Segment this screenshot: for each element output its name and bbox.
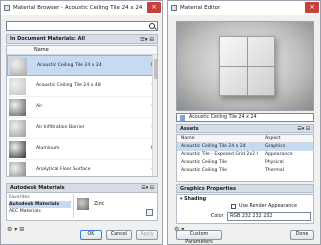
doc-materials-header[interactable]: In Document Materials: All ☰▾ ⊟ <box>6 34 158 44</box>
apply-button[interactable]: Apply <box>136 230 158 240</box>
list-column-header[interactable]: Name <box>7 46 157 55</box>
material-row[interactable]: Air Infiltration BarrierG <box>7 118 157 139</box>
asset-name: Acoustic Ceiling Tile <box>181 160 227 165</box>
editor-titlebar[interactable]: Material Editor <box>168 1 320 15</box>
material-thumbnail <box>10 58 27 75</box>
graphics-properties-header[interactable]: Graphics Properties <box>176 184 314 193</box>
material-name-value: Acoustic Ceiling Tile 24 x 24 <box>189 115 257 120</box>
library-header[interactable]: Autodesk Materials ☰▾ ⊟ <box>7 184 157 193</box>
shading-title[interactable]: ▾ Shading <box>180 197 206 202</box>
shading-panel: ▾ Shading Use Render Appearance Color RG… <box>176 194 314 224</box>
material-row[interactable]: Analytical Floor SurfaceG <box>7 160 157 176</box>
asset-name: Acoustic Ceiling Tile 24 x 24 <box>181 144 246 149</box>
zinc-swatch[interactable] <box>77 198 89 210</box>
material-preview[interactable] <box>176 21 314 111</box>
asset-aspect: Physical <box>265 160 284 165</box>
graphics-properties-label: Graphics Properties <box>180 186 236 192</box>
editor-close-icon[interactable]: × <box>305 2 319 13</box>
material-row-label: Air <box>36 104 43 109</box>
material-row-label: Acoustic Ceiling Tile 24 x 24 <box>37 63 102 68</box>
library-panel: Autodesk Materials ☰▾ ⊟ Favorites Autode… <box>6 183 158 221</box>
search-icon[interactable] <box>149 23 155 29</box>
library-header-label: Autodesk Materials <box>10 185 65 191</box>
asset-aspect: Appearance <box>265 152 293 157</box>
close-icon[interactable]: × <box>147 2 161 13</box>
app-icon <box>4 5 10 11</box>
asset-row[interactable]: Acoustic Ceiling Tile Physical <box>177 159 313 167</box>
library-view-icon[interactable]: ☰▾ ⊟ <box>141 184 154 193</box>
material-row[interactable]: AluminumM <box>7 139 157 160</box>
doc-materials-header-label: In Document Materials: All <box>10 36 85 42</box>
asset-row[interactable]: Acoustic Tile - Exposed Grid 2x2 I Appear… <box>177 151 313 159</box>
assets-header[interactable]: Assets ☰▾ ⊟ <box>176 124 314 133</box>
material-doc-icon <box>180 115 185 121</box>
assets-table: Name Aspect Acoustic Ceiling Tile 24 x 2… <box>176 134 314 182</box>
material-row-label: Aluminum <box>36 146 60 151</box>
material-thumbnail <box>9 78 26 95</box>
column-name-label: Name <box>34 47 49 53</box>
assets-col-name: Name <box>181 136 195 141</box>
custom-parameters-button[interactable]: Custom Parameters <box>176 230 222 245</box>
color-field[interactable]: RGB 232 232 232 <box>227 212 311 221</box>
material-row-label: Analytical Floor Surface <box>36 167 91 172</box>
asset-aspect: Thermal <box>265 168 284 173</box>
material-editor-window: Material Editor × Acoustic Ceiling Tile … <box>167 0 321 245</box>
ceiling-tile-swatch <box>219 36 275 96</box>
view-options-icon[interactable]: ☰▾ ⊟ <box>140 36 154 45</box>
material-row-label: Acoustic Ceiling Tile 24 x 48 <box>36 83 101 88</box>
tree-item-aec-materials[interactable]: AEC Materials <box>9 208 71 215</box>
material-row[interactable]: AirG <box>7 97 157 118</box>
library-item-label[interactable]: Zinc <box>94 202 104 207</box>
assets-header-label: Assets <box>180 126 199 132</box>
material-thumbnail <box>9 99 26 116</box>
asset-row[interactable]: Acoustic Ceiling Tile Thermal <box>177 167 313 175</box>
list-scrollbar[interactable] <box>152 55 157 176</box>
ok-button[interactable]: OK <box>80 230 102 240</box>
material-thumbnail <box>9 120 26 137</box>
material-thumbnail <box>9 141 26 158</box>
editor-title: Material Editor <box>180 5 221 11</box>
material-name-field[interactable]: Acoustic Ceiling Tile 24 x 24 <box>176 113 314 122</box>
cancel-button[interactable]: Cancel <box>106 230 132 240</box>
material-row[interactable]: Acoustic Ceiling Tile 24 x 24G <box>7 55 157 76</box>
library-tree: Favorites Autodesk Materials AEC Materia… <box>9 194 71 215</box>
material-browser-window: Material Browser - Acoustic Ceiling Tile… <box>0 0 163 245</box>
done-button[interactable]: Done <box>290 230 314 240</box>
assets-column-header: Name Aspect <box>177 135 313 143</box>
assets-options-icon[interactable]: ☰▾ ⊟ <box>297 125 310 133</box>
asset-row[interactable]: Acoustic Ceiling Tile 24 x 24 Graphics <box>177 143 313 151</box>
asset-name: Acoustic Tile - Exposed Grid 2x2 I <box>181 152 258 157</box>
library-tools[interactable]: ⚙ ▾ ⊞ <box>7 226 24 233</box>
asset-name: Acoustic Ceiling Tile <box>181 168 227 173</box>
material-thumbnail <box>9 162 26 176</box>
asset-aspect: Graphics <box>265 144 286 149</box>
tree-item-favorites[interactable]: Favorites <box>9 194 71 201</box>
material-row-label: Air Infiltration Barrier <box>36 125 85 130</box>
assets-col-aspect: Aspect <box>265 136 281 141</box>
browser-title: Material Browser - Acoustic Ceiling Tile… <box>13 5 143 11</box>
browser-titlebar[interactable]: Material Browser - Acoustic Ceiling Tile… <box>1 1 162 15</box>
use-render-appearance-checkbox[interactable] <box>231 204 236 209</box>
editor-app-icon <box>171 5 177 11</box>
color-label: Color <box>211 214 224 219</box>
resize-icon[interactable] <box>146 209 153 216</box>
search-input[interactable] <box>6 21 158 31</box>
library-materials: Zinc <box>73 194 155 218</box>
use-render-appearance-label: Use Render Appearance <box>239 204 297 209</box>
materials-list: Name Acoustic Ceiling Tile 24 x 24GAcous… <box>6 45 158 177</box>
material-row[interactable]: Acoustic Ceiling Tile 24 x 48G <box>7 76 157 97</box>
tree-item-autodesk-materials[interactable]: Autodesk Materials <box>9 201 71 208</box>
